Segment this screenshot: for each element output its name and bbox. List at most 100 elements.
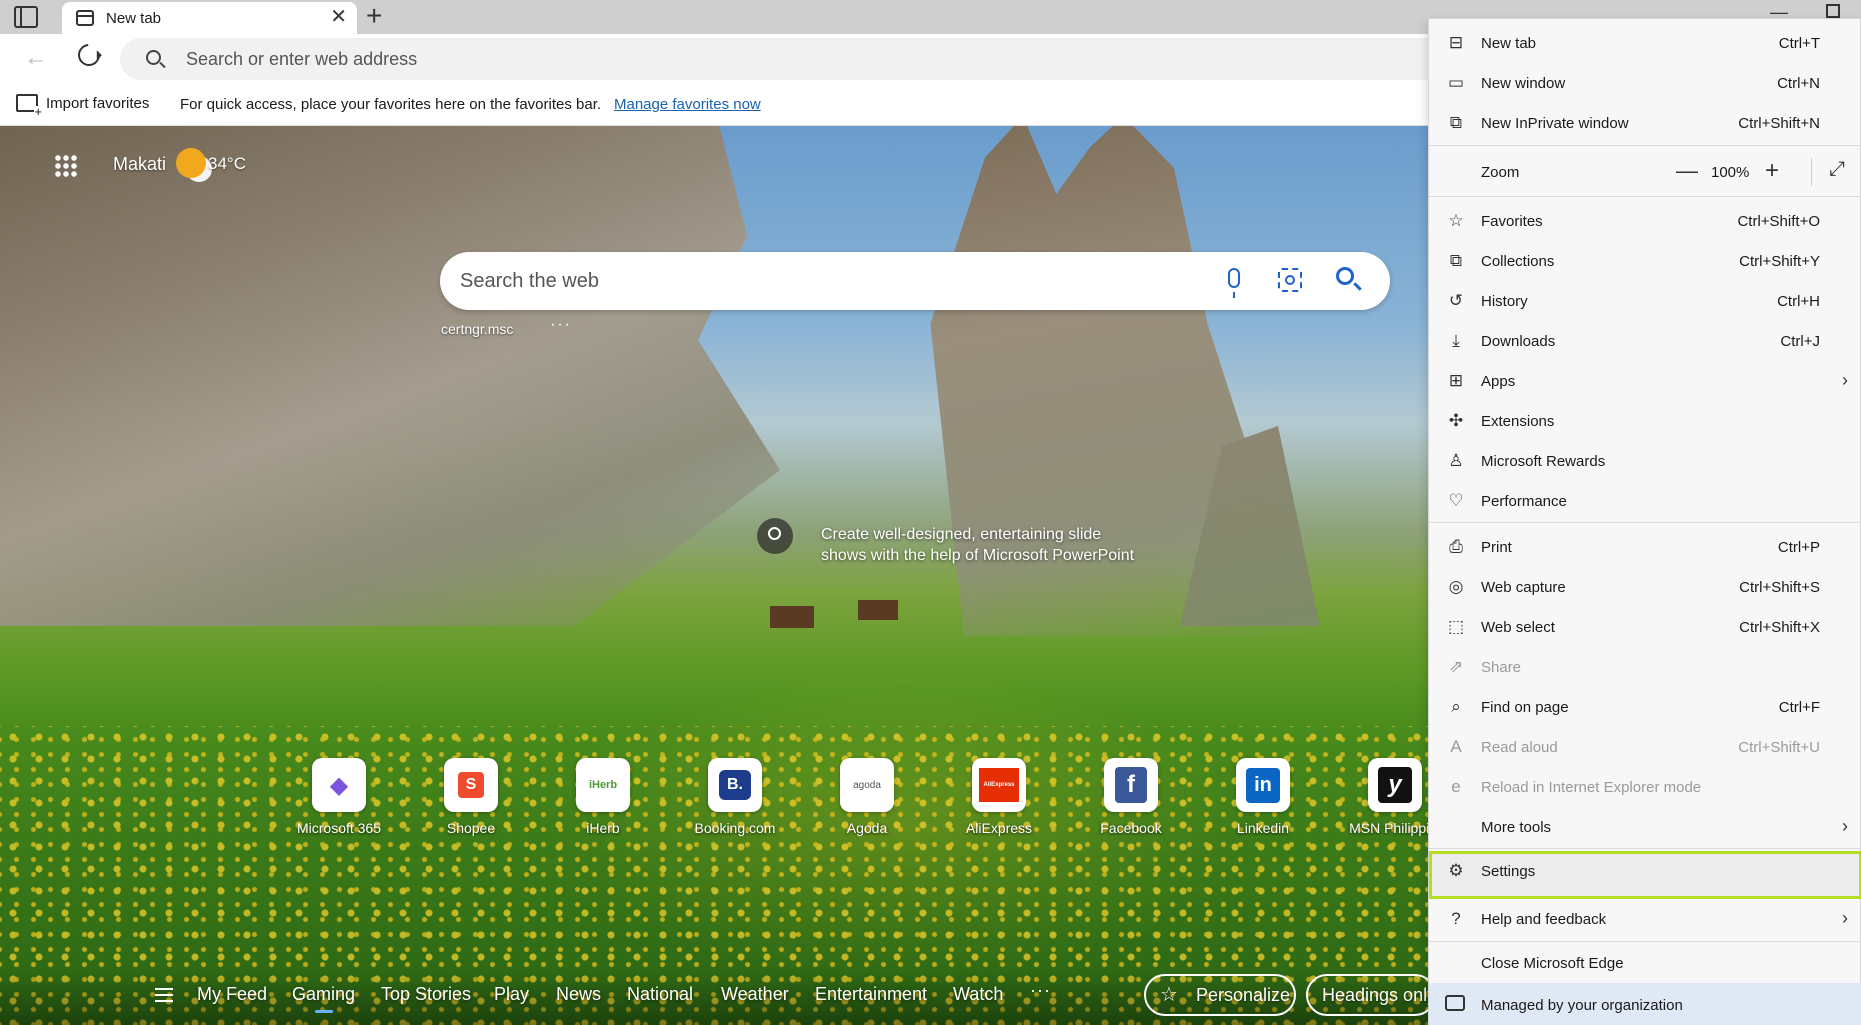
recent-search-more[interactable]: ··· [550, 316, 572, 334]
manage-favorites-link[interactable]: Manage favorites now [614, 96, 761, 113]
menu-item-label: New tab [1481, 35, 1537, 52]
menu-item-label: Read aloud [1481, 739, 1558, 756]
quick-link[interactable]: agoda Agoda [802, 758, 932, 836]
feed-more-icon[interactable]: ··· [1030, 980, 1051, 1001]
weather-location[interactable]: Makati [113, 154, 166, 175]
quick-link[interactable]: iHerb iHerb [538, 758, 668, 836]
weather-temperature[interactable]: 34°C [208, 154, 246, 174]
menu-item-print[interactable]: ⎙ Print Ctrl+P [1429, 527, 1861, 567]
maximize-icon[interactable] [1826, 4, 1840, 18]
quick-link[interactable]: f Facebook [1066, 758, 1196, 836]
menu-item-close-edge[interactable]: Close Microsoft Edge [1429, 943, 1861, 983]
feed-tab-news[interactable]: News [556, 984, 601, 1005]
help-question-icon: ? [1451, 909, 1461, 928]
feed-tab-watch[interactable]: Watch [953, 984, 1003, 1005]
menu-item-favorites[interactable]: ☆ Favorites Ctrl+Shift+O [1429, 201, 1861, 241]
web-search-input[interactable] [460, 252, 1210, 310]
menu-item-downloads[interactable]: ⤓ Downloads Ctrl+J [1429, 321, 1861, 361]
web-search-box[interactable] [440, 252, 1390, 310]
headings-only-button[interactable]: Headings only [1306, 974, 1436, 1016]
menu-item-more-tools[interactable]: More tools › [1429, 807, 1861, 847]
quick-link-label: iHerb [586, 820, 620, 836]
personalize-button[interactable]: ☆ Personalize [1144, 974, 1296, 1016]
refresh-icon[interactable] [73, 39, 105, 71]
menu-item-new-inprivate-window[interactable]: ⧉ New InPrivate window Ctrl+Shift+N [1429, 103, 1861, 143]
menu-item-apps[interactable]: ⊞ Apps › [1429, 361, 1861, 401]
menu-item-history[interactable]: ↺ History Ctrl+H [1429, 281, 1861, 321]
search-icon[interactable] [1336, 267, 1354, 285]
search-icon [146, 50, 161, 65]
menu-item-label: Managed by your organization [1481, 997, 1683, 1014]
inprivate-icon: ⧉ [1449, 113, 1463, 132]
import-favorites-button[interactable]: Import favorites [16, 94, 149, 118]
menu-item-label: New InPrivate window [1481, 115, 1629, 132]
new-window-icon: ▭ [1447, 73, 1465, 92]
menu-item-microsoft-rewards[interactable]: ♙ Microsoft Rewards [1429, 441, 1861, 481]
new-tab-icon: ⊟ [1448, 33, 1464, 52]
menu-divider [1429, 522, 1861, 523]
zoom-in-icon[interactable]: + [1765, 157, 1779, 185]
read-aloud-icon: A [1450, 737, 1462, 756]
hamburger-menu-icon[interactable] [155, 988, 173, 1002]
feed-tab-national[interactable]: National [627, 984, 693, 1005]
menu-item-label: History [1481, 293, 1528, 310]
background-hut [770, 606, 814, 628]
menu-item-extensions[interactable]: ✣ Extensions [1429, 401, 1861, 441]
app-launcher-icon[interactable] [54, 154, 78, 178]
feed-tab-play[interactable]: Play [494, 984, 529, 1005]
zoom-out-icon[interactable]: — [1676, 158, 1698, 184]
quick-link[interactable]: AliExpress AliExpress [934, 758, 1064, 836]
feed-tab-top-stories[interactable]: Top Stories [381, 984, 471, 1005]
managed-by-organization[interactable]: Managed by your organization [1429, 983, 1861, 1025]
menu-item-performance[interactable]: ♡ Performance [1429, 481, 1861, 521]
close-tab-icon[interactable]: ✕ [330, 6, 347, 28]
partly-cloudy-icon[interactable] [176, 148, 206, 178]
menu-item-shortcut: Ctrl+J [1780, 333, 1820, 350]
quick-link[interactable]: ◆ Microsoft 365 [274, 758, 404, 836]
menu-item-label: Favorites [1481, 213, 1543, 230]
menu-item-help-and-feedback[interactable]: ? Help and feedback › [1429, 899, 1861, 939]
feed-tab-gaming[interactable]: Gaming [292, 984, 355, 1013]
settings-and-more-menu: ⊟ New tab Ctrl+T ▭ New window Ctrl+N ⧉ N… [1428, 18, 1861, 1025]
quick-link[interactable]: S Shopee [406, 758, 536, 836]
tab-title: New tab [106, 10, 162, 27]
quick-link[interactable]: in Linkedin [1198, 758, 1328, 836]
visual-search-icon[interactable] [1278, 268, 1302, 292]
menu-item-reload-ie-mode: e Reload in Internet Explorer mode [1429, 767, 1861, 807]
feed-tab-entertainment[interactable]: Entertainment [815, 984, 927, 1005]
printer-icon: ⎙ [1449, 537, 1463, 556]
menu-item-new-window[interactable]: ▭ New window Ctrl+N [1429, 63, 1861, 103]
menu-item-label: Web select [1481, 619, 1555, 636]
tab-actions-icon[interactable] [14, 6, 38, 28]
new-tab-button[interactable]: + [366, 0, 382, 32]
feed-tab-my-feed[interactable]: My Feed [197, 984, 267, 1005]
quick-link-icon: agoda [840, 758, 894, 812]
background-info-text[interactable]: Create well-designed, entertaining slide… [821, 524, 1141, 566]
quick-link-icon: in [1236, 758, 1290, 812]
menu-item-web-capture[interactable]: ◎ Web capture Ctrl+Shift+S [1429, 567, 1861, 607]
menu-divider [1429, 941, 1861, 942]
recent-search-item[interactable]: certngr.msc [441, 321, 513, 337]
tab-new-tab[interactable]: New tab ✕ [62, 2, 357, 34]
visual-search-icon[interactable] [757, 518, 793, 554]
personalize-label: Personalize [1196, 985, 1291, 1005]
menu-item-shortcut: Ctrl+Shift+O [1737, 213, 1820, 230]
back-arrow-icon[interactable]: ← [24, 44, 48, 72]
microphone-icon[interactable] [1228, 268, 1240, 298]
menu-item-collections[interactable]: ⧉ Collections Ctrl+Shift+Y [1429, 241, 1861, 281]
menu-item-web-select[interactable]: ⬚ Web select Ctrl+Shift+X [1429, 607, 1861, 647]
quick-link[interactable]: B. Booking.com [670, 758, 800, 836]
fullscreen-icon[interactable]: ⤢ [1829, 158, 1845, 181]
chevron-right-icon: › [1842, 908, 1848, 928]
headings-only-label: Headings only [1322, 985, 1436, 1005]
feed-tab-weather[interactable]: Weather [721, 984, 789, 1005]
address-input[interactable] [186, 38, 1486, 80]
menu-item-label: Reload in Internet Explorer mode [1481, 779, 1702, 796]
quick-link-icon: B. [708, 758, 762, 812]
chevron-right-icon: › [1842, 816, 1848, 836]
share-icon: ⇗ [1448, 657, 1464, 676]
menu-item-find-on-page[interactable]: ⌕ Find on page Ctrl+F [1429, 687, 1861, 727]
menu-item-label: Share [1481, 659, 1522, 676]
menu-item-settings[interactable]: ⚙ Settings [1429, 851, 1861, 899]
menu-item-new-tab[interactable]: ⊟ New tab Ctrl+T [1429, 23, 1861, 63]
